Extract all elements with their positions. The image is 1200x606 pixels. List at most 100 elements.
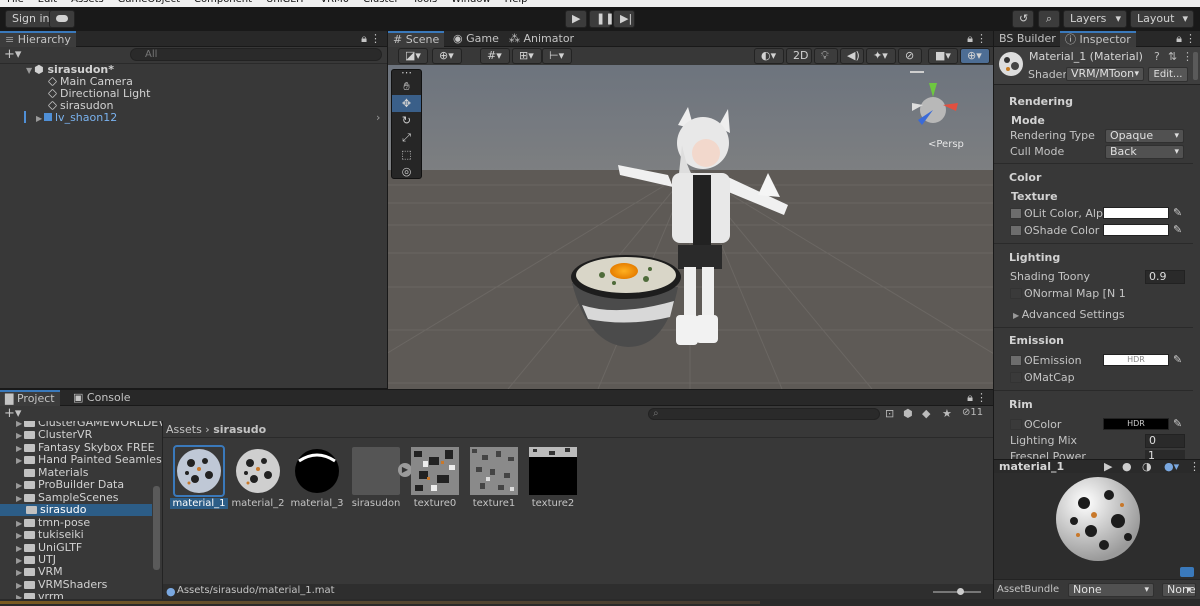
rim-color-swatch[interactable]: HDR — [1103, 418, 1169, 430]
lit-color-swatch[interactable] — [1103, 207, 1169, 219]
kebab-menu-icon[interactable]: ⋮ — [976, 391, 987, 404]
shade-color-swatch[interactable] — [1103, 224, 1169, 236]
folder-tree-scrollbar[interactable] — [153, 486, 160, 570]
pause-button[interactable]: ❚❚ — [589, 10, 614, 28]
chevron-right-icon[interactable]: ▶ — [16, 493, 24, 505]
rect-tool-icon[interactable]: ⬚ — [392, 146, 421, 163]
eyedropper-icon[interactable]: ✎ — [1173, 417, 1182, 430]
texture-slot-icon[interactable] — [1010, 288, 1022, 299]
play-icon[interactable]: ▶ — [1104, 460, 1112, 473]
asset-variant-dropdown[interactable]: None — [1162, 583, 1196, 597]
search-input[interactable]: All — [130, 48, 382, 61]
fresnel-power-input[interactable]: 1 — [1145, 450, 1185, 459]
asset-bundle-dropdown[interactable]: None — [1068, 583, 1154, 597]
material-preview[interactable] — [994, 473, 1200, 579]
cull-mode-dropdown[interactable]: Back — [1105, 145, 1184, 159]
hidden-toggle[interactable]: ⊘ — [898, 48, 922, 64]
presets-icon[interactable]: ⇅ — [1168, 50, 1177, 63]
eyedropper-icon[interactable]: ✎ — [1173, 206, 1182, 219]
lighting-toggle[interactable]: 💡︎ — [814, 48, 838, 64]
tab-project[interactable]: ▇ Project — [0, 390, 60, 406]
menu-item[interactable]: Window — [451, 0, 490, 5]
asset-label[interactable]: texture1 — [464, 498, 524, 509]
scene-viewport[interactable]: <Persp — [388, 65, 993, 389]
history-button[interactable]: ↺ — [1012, 10, 1034, 28]
tab-console[interactable]: ▣ Console — [68, 390, 136, 406]
shading-toony-input[interactable]: 0.9 — [1145, 270, 1185, 284]
lock-icon[interactable]: 🔒︎ — [361, 32, 367, 46]
chevron-right-icon[interactable]: ▶ — [16, 567, 24, 579]
expand-prefab-icon[interactable]: ▶ — [398, 463, 412, 477]
move-tool-icon[interactable]: ✥ — [392, 95, 421, 112]
menu-item[interactable]: Assets — [71, 0, 104, 5]
shader-dropdown[interactable]: VRM/MToon — [1066, 67, 1144, 81]
drag-handle-icon[interactable]: ⋯ — [392, 67, 421, 78]
camera-button[interactable]: ■▾ — [928, 48, 958, 64]
tab-animator[interactable]: ⁂ Animator — [504, 31, 579, 47]
2d-toggle[interactable]: 2D — [786, 48, 812, 64]
add-icon[interactable]: +▾ — [4, 47, 21, 62]
asset-thumbnail[interactable] — [352, 447, 400, 495]
inspector-scrollbar[interactable] — [1193, 52, 1198, 80]
kebab-menu-icon[interactable]: ⋮ — [1185, 32, 1196, 45]
rotate-tool-icon[interactable]: ↻ — [392, 112, 421, 129]
type-filter-icon[interactable]: ⬢ — [903, 407, 913, 420]
sphere-icon[interactable]: ● — [1122, 460, 1132, 473]
preview-mode-icon[interactable]: ●▾ — [1164, 460, 1179, 473]
edit-shader-button[interactable]: Edit... — [1148, 67, 1188, 82]
breadcrumb-current[interactable]: sirasudo — [213, 423, 266, 436]
texture-slot-icon[interactable] — [1010, 225, 1022, 236]
cloud-button[interactable] — [49, 10, 75, 28]
chevron-right-icon[interactable]: ▶ — [16, 518, 24, 530]
chevron-right-icon[interactable]: ▶ — [16, 430, 24, 442]
kebab-menu-icon[interactable]: ⋮ — [1182, 50, 1193, 63]
render-mode-button[interactable]: ◐▾ — [754, 48, 784, 64]
menu-item[interactable]: Component — [194, 0, 252, 5]
eyedropper-icon[interactable]: ✎ — [1173, 353, 1182, 366]
asset-label[interactable]: texture2 — [523, 498, 583, 509]
search-button[interactable]: ⌕ — [1038, 10, 1060, 28]
asset-thumbnail[interactable] — [411, 447, 459, 495]
ruler-button[interactable]: ⊢▾ — [542, 48, 572, 64]
lock-icon[interactable]: 🔒︎ — [967, 391, 973, 405]
shade-color-row[interactable]: ʘShade Color — [1010, 224, 1099, 238]
label-filter-icon[interactable]: ◆ — [922, 407, 930, 420]
lighting-mix-input[interactable]: 0 — [1145, 434, 1185, 448]
chevron-right-icon[interactable]: ▶ — [16, 592, 24, 599]
asset-label[interactable]: texture0 — [405, 498, 465, 509]
rim-color-row[interactable]: ʘColor — [1010, 418, 1061, 432]
texture-slot-icon[interactable] — [1010, 372, 1022, 383]
scale-tool-icon[interactable]: ⤢ — [392, 129, 421, 146]
breadcrumb-assets[interactable]: Assets — [166, 423, 202, 436]
menu-item[interactable]: UniGLTF — [266, 0, 306, 5]
asset-thumbnail[interactable] — [529, 447, 577, 495]
chevron-right-icon[interactable]: ▶ — [16, 455, 24, 467]
help-icon[interactable]: ? — [1154, 50, 1160, 63]
asset-thumbnail[interactable] — [293, 447, 341, 495]
chevron-right-icon[interactable]: ▶ — [16, 530, 24, 542]
folder-item[interactable]: sirasudo — [0, 504, 152, 517]
menu-item[interactable]: Edit — [38, 0, 57, 5]
chevron-right-icon[interactable]: › — [376, 111, 380, 124]
chevron-right-icon[interactable]: ▶ — [16, 480, 24, 492]
menu-item[interactable]: GameObject — [118, 0, 180, 5]
tab-bs-builder[interactable]: BS Builder — [994, 31, 1061, 47]
hierarchy-item-prefab[interactable]: ▶ lv_shaon12 — [36, 112, 117, 125]
tab-scene[interactable]: # Scene — [388, 31, 445, 47]
chevron-right-icon[interactable]: ▶ — [16, 543, 24, 555]
asset-label[interactable]: material_1 — [169, 498, 229, 509]
emission-row[interactable]: ʘEmission — [1010, 354, 1082, 368]
step-button[interactable]: ▶| — [613, 10, 635, 28]
kebab-menu-icon[interactable]: ⋮ — [976, 32, 987, 45]
gizmos-button[interactable]: ⊕▾ — [960, 48, 990, 64]
rendering-type-dropdown[interactable]: Opaque — [1105, 129, 1184, 143]
asset-thumbnail[interactable] — [173, 445, 225, 497]
tab-inspector[interactable]: ⓘ Inspector — [1060, 31, 1136, 47]
asset-thumbnail[interactable] — [470, 447, 518, 495]
draw-mode-button[interactable]: ◪▾ — [398, 48, 428, 64]
normal-map-row[interactable]: ʘNormal Map [N 1 — [1010, 287, 1126, 301]
layout-dropdown[interactable]: Layout ▾ — [1130, 10, 1194, 28]
menu-item[interactable]: Help — [505, 0, 528, 5]
light-icon[interactable]: ◑ — [1142, 460, 1152, 473]
play-button[interactable]: ▶ — [565, 10, 587, 28]
